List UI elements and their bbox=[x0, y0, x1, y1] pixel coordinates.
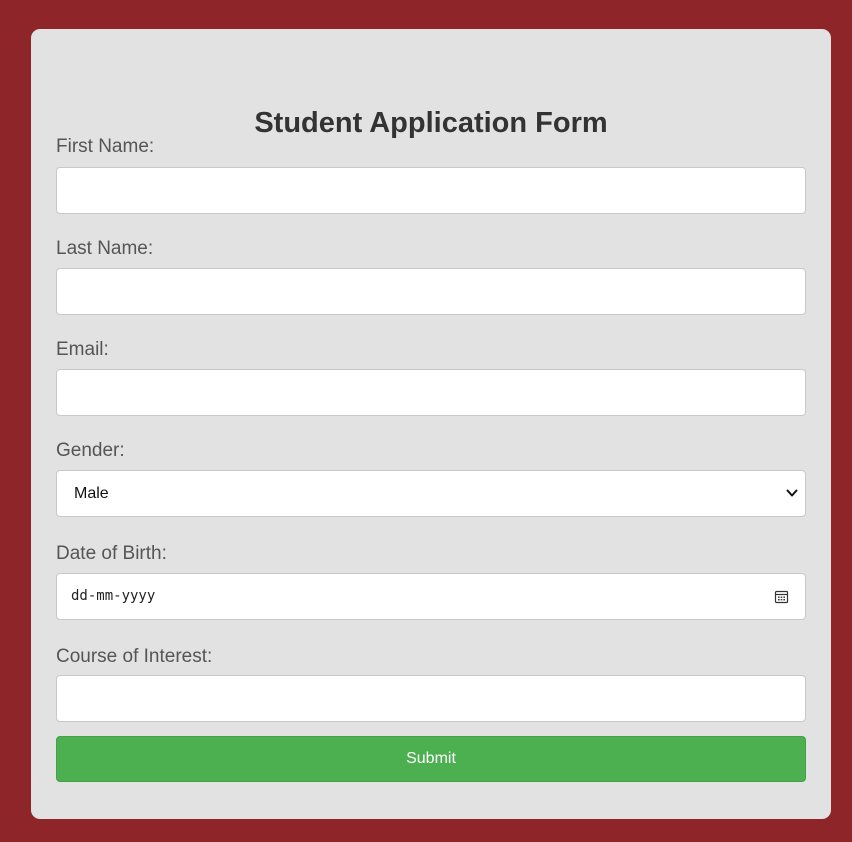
gender-select[interactable]: Male bbox=[56, 470, 806, 517]
course-input[interactable] bbox=[56, 675, 806, 722]
last-name-label: Last Name: bbox=[56, 238, 154, 259]
calendar-icon[interactable] bbox=[774, 589, 789, 604]
last-name-input[interactable] bbox=[56, 268, 806, 315]
dob-label: Date of Birth: bbox=[56, 543, 167, 564]
email-input[interactable] bbox=[56, 369, 806, 416]
gender-label: Gender: bbox=[56, 440, 125, 461]
dob-input[interactable]: dd-mm-yyyy bbox=[56, 573, 806, 620]
gender-selected-value: Male bbox=[74, 485, 109, 502]
first-name-label: First Name: bbox=[56, 136, 155, 157]
application-form-card: Student Application Form First Name: Las… bbox=[31, 29, 831, 819]
dob-placeholder: dd-mm-yyyy bbox=[71, 588, 156, 604]
chevron-down-icon[interactable] bbox=[785, 486, 799, 500]
course-label: Course of Interest: bbox=[56, 646, 213, 667]
email-label: Email: bbox=[56, 339, 109, 360]
submit-button[interactable]: Submit bbox=[56, 736, 806, 782]
first-name-input[interactable] bbox=[56, 167, 806, 214]
